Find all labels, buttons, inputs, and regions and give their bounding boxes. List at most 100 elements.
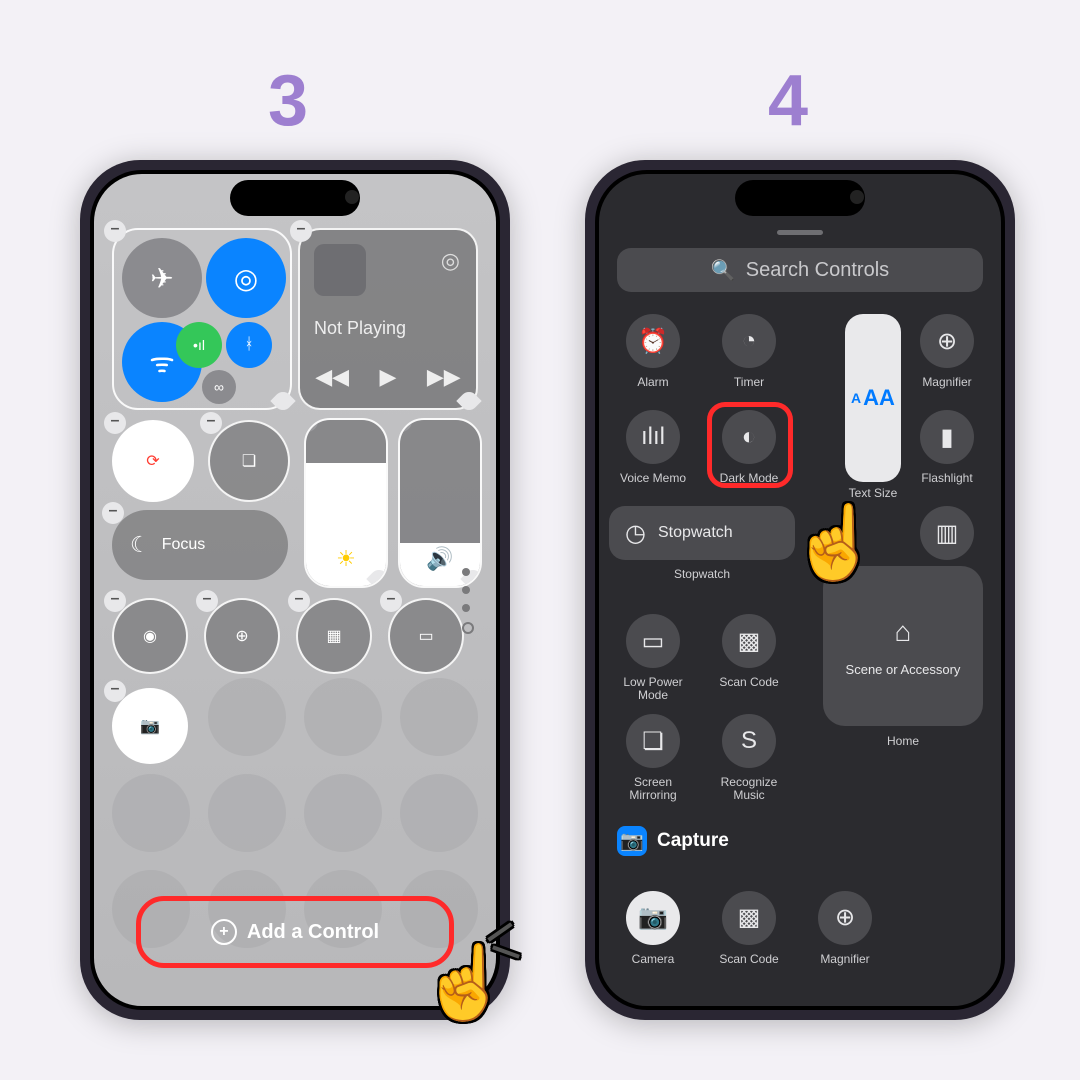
camera-icon: 📷 [620,829,644,853]
battery-icon: ▭ [418,626,433,646]
album-art-placeholder [314,244,366,296]
minus-icon[interactable]: – [104,590,126,612]
orientation-lock[interactable]: –⟳ [112,420,194,502]
control-voice-memo[interactable]: ılılVoice Memo [617,410,689,485]
empty-slot-grid [112,678,478,908]
search-icon: 🔍 [711,258,736,283]
minus-icon[interactable]: – [200,412,222,434]
stopwatch-icon: ◷ [625,519,646,548]
magnifier-icon: ⊕ [937,327,957,356]
qr-icon: ▩ [738,627,761,656]
airdrop-icon: ◎ [234,262,258,295]
control-magnifier[interactable]: ⊕Magnifier [911,314,983,389]
screen-record[interactable]: –◉ [112,598,188,674]
airplay-icon[interactable]: ◎ [441,248,460,274]
control-recognize-music[interactable]: ЅRecognize Music [713,714,785,802]
brightness-slider[interactable]: – ☀︎ [304,418,388,588]
connectivity-group[interactable]: – ✈︎ ◎ ᯤ •ıl ᚼ ∞ [112,228,292,410]
minus-icon[interactable]: – [196,590,218,612]
dark-mode-highlight [707,402,793,488]
focus-control[interactable]: – ☾ Focus [112,510,288,580]
magnifier-icon: ⊕ [235,626,248,646]
controls-gallery-screen: 🔍 Search Controls ⏰Alarm ◔Timer ⊕Magnifi… [599,174,1001,1006]
rewind-icon[interactable]: ◀◀ [315,364,349,390]
low-power[interactable]: –▭ [388,598,464,674]
search-placeholder: Search Controls [746,259,889,282]
moon-icon: ☾ [130,532,150,558]
add-control-button[interactable]: + Add a Control [136,896,454,968]
control-scene-accessory[interactable]: ⌂ Scene or Accessory Home [823,566,983,726]
control-scan-code[interactable]: ▩Scan Code [713,614,785,702]
home-icon: ⌂ [895,616,912,648]
magnifier[interactable]: –⊕ [204,598,280,674]
sun-icon: ☀︎ [306,546,386,572]
minus-icon[interactable]: – [380,590,402,612]
airplane-toggle[interactable]: ✈︎ [122,238,202,318]
step-number-4: 4 [768,60,808,142]
page-dots[interactable] [462,568,474,634]
minus-icon[interactable]: – [288,590,310,612]
phone-step-4: 🔍 Search Controls ⏰Alarm ◔Timer ⊕Magnifi… [585,160,1015,1020]
sheet-handle[interactable] [777,230,823,235]
timer-icon: ◔ [742,327,757,355]
plus-icon: + [211,919,237,945]
control-scan-code-2[interactable]: ▩Scan Code [713,891,785,966]
qr-icon: ▩ [738,903,761,932]
wifi-icon: ᯤ [149,343,175,381]
control-low-power[interactable]: ▭Low Power Mode [617,614,689,702]
mirror-icon: ❏ [642,727,664,756]
lock-rotate-icon: ⟳ [146,451,159,471]
add-control-label: Add a Control [247,921,379,944]
bluetooth-toggle[interactable]: ᚼ [226,322,272,368]
tap-cursor: ☝️ [790,500,880,585]
minus-icon[interactable]: – [290,220,312,242]
flashlight-icon: ▮ [940,423,953,452]
front-camera [850,190,864,204]
search-controls-input[interactable]: 🔍 Search Controls [617,248,983,292]
capture-section-header: 📷 Capture [617,826,729,856]
media-group[interactable]: – ◎ Not Playing ◀◀ ▶ ▶▶ [298,228,478,410]
dynamic-island [230,180,360,216]
alarm-icon: ⏰ [638,327,668,356]
control-stopwatch[interactable]: ◷StopwatchStopwatch [617,506,787,581]
airdrop-toggle[interactable]: ◎ [206,238,286,318]
quick-note-icon: ▥ [936,519,959,548]
cellular-icon: •ıl [193,337,205,353]
tap-cursor: ☝️ [420,940,510,1025]
calculator-icon: ▦ [326,626,341,646]
resize-handle[interactable] [456,388,481,413]
minus-icon[interactable]: – [102,502,124,524]
calculator[interactable]: –▦ [296,598,372,674]
control-camera[interactable]: 📷Camera [617,891,689,966]
control-magnifier-2[interactable]: ⊕Magnifier [809,891,881,966]
minus-icon[interactable]: – [104,220,126,242]
control-timer[interactable]: ◔Timer [713,314,785,389]
control-alarm[interactable]: ⏰Alarm [617,314,689,389]
screen-mirror[interactable]: –❏ [208,420,290,502]
minus-icon[interactable]: – [104,412,126,434]
text-size-label: Text Size [845,486,901,500]
step-number-3: 3 [268,60,308,142]
shazam-icon: Ѕ [741,727,757,755]
media-status: Not Playing [314,318,406,339]
resize-handle[interactable] [270,388,295,413]
volume-slider[interactable]: – 🔊 [398,418,482,588]
control-center-edit-screen: – ✈︎ ◎ ᯤ •ıl ᚼ ∞ – ◎ Not Playing ◀◀ ▶ ▶▶ [94,174,496,1006]
cellular-toggle[interactable]: •ıl [176,322,222,368]
battery-icon: ▭ [642,627,665,656]
waveform-icon: ılıl [641,423,665,451]
control-text-size[interactable]: AAA [845,314,901,482]
phone-step-3: – ✈︎ ◎ ᯤ •ıl ᚼ ∞ – ◎ Not Playing ◀◀ ▶ ▶▶ [80,160,510,1020]
airplane-icon: ✈︎ [150,262,173,295]
forward-icon[interactable]: ▶▶ [427,364,461,390]
control-flashlight[interactable]: ▮Flashlight [911,410,983,485]
mirror-icon: ❏ [242,451,256,471]
hotspot-toggle[interactable]: ∞ [202,370,236,404]
control-screen-mirroring[interactable]: ❏Screen Mirroring [617,714,689,802]
magnifier-icon: ⊕ [835,903,855,932]
link-icon: ∞ [214,379,224,395]
play-icon[interactable]: ▶ [380,364,397,390]
dynamic-island [735,180,865,216]
front-camera [345,190,359,204]
record-icon: ◉ [143,626,157,646]
